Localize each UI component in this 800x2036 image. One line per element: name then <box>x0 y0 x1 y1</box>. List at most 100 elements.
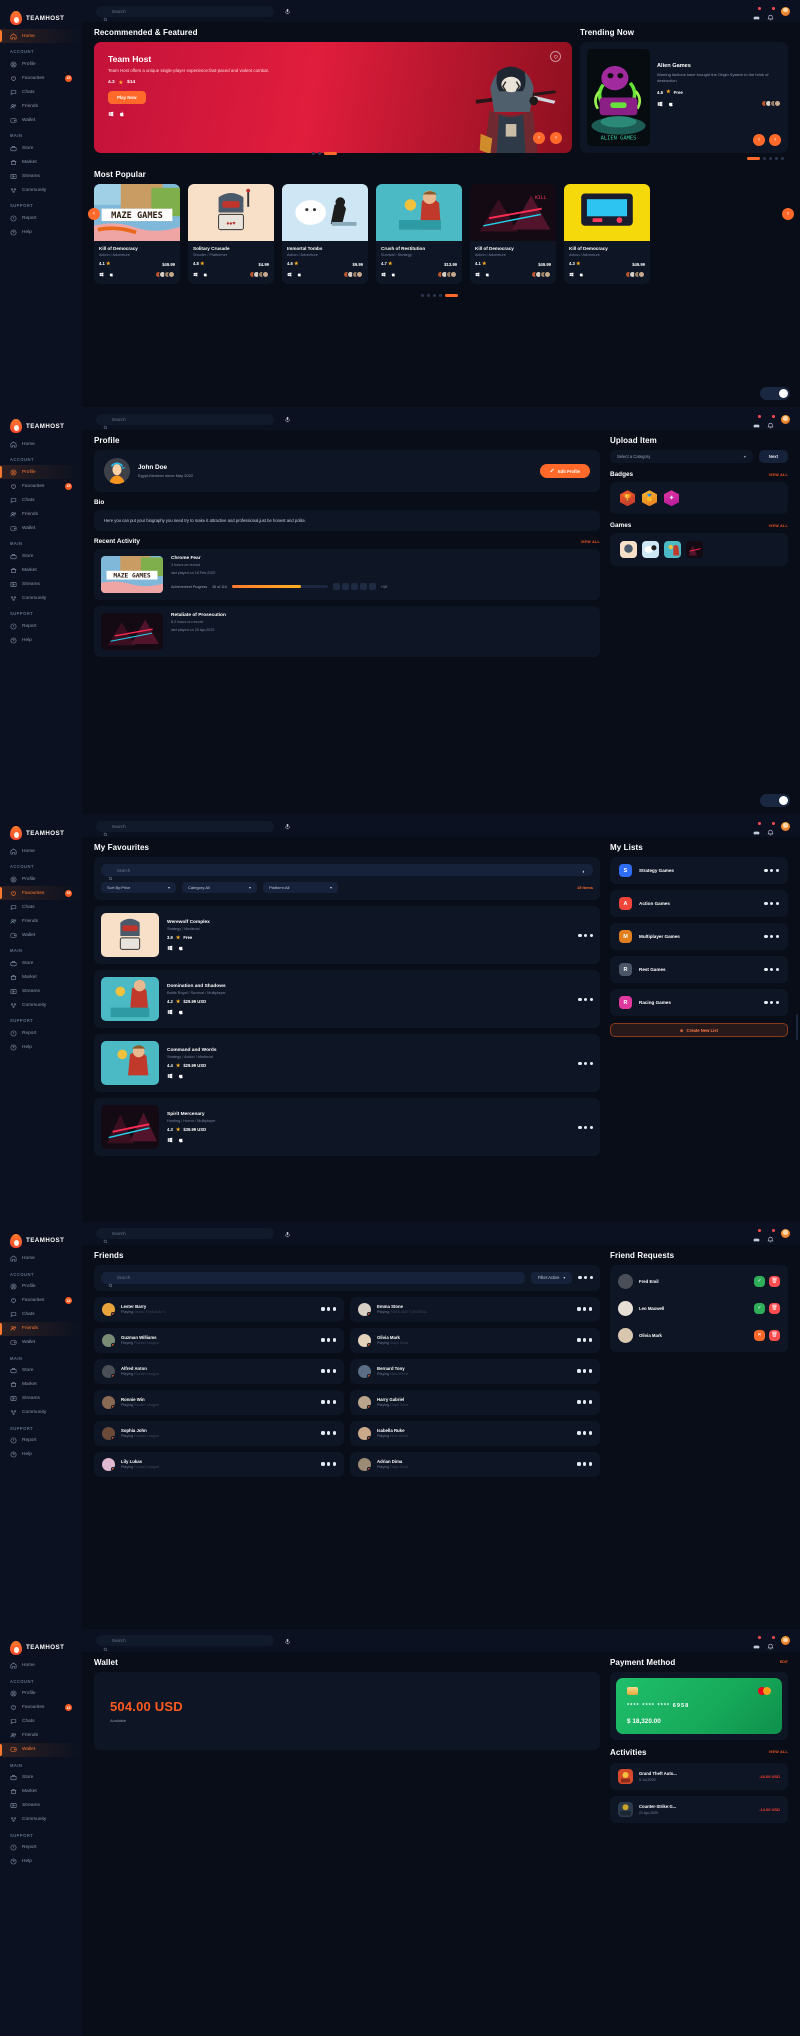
friend-menu-button[interactable] <box>321 1307 336 1311</box>
friend-menu-button[interactable] <box>577 1338 592 1342</box>
popular-next-button[interactable]: › <box>782 208 794 220</box>
friend-menu-button[interactable] <box>321 1431 336 1435</box>
search-bar[interactable] <box>96 820 274 837</box>
sidebar-item-wallet[interactable]: Wallet <box>0 113 82 127</box>
sidebar-item-wallet[interactable]: Wallet <box>0 928 82 942</box>
bell-icon[interactable] <box>767 821 775 836</box>
friend-item[interactable]: Ronnie Win Playing Rocket League <box>94 1389 344 1415</box>
brand[interactable]: TEAMHOST <box>0 822 82 844</box>
play-now-button[interactable]: Play Now <box>108 90 146 104</box>
favourite-item[interactable]: Spirit Mercenary Hunting / Horror / Mult… <box>94 1098 600 1157</box>
platform-select[interactable]: Platform:All ▾ <box>263 882 338 894</box>
category-select[interactable]: Select a Category ▾ <box>610 450 753 464</box>
list-item[interactable]: R Rest Games <box>610 956 788 984</box>
heart-outline-icon[interactable] <box>550 51 561 62</box>
trending-prev-button[interactable]: ‹ <box>753 134 765 146</box>
trending-card[interactable]: ALIEN GAMES Alien Games Warring factions… <box>580 42 788 153</box>
friend-item[interactable]: Alfred Anton Playing Rocket League <box>94 1358 344 1384</box>
search-input[interactable] <box>111 823 267 829</box>
sidebar-item-home[interactable]: Home <box>0 29 82 43</box>
wallet-activity-item[interactable]: Counter-Strike:G... 21 Apr,2020 -14.00 U… <box>610 1795 788 1823</box>
sidebar-item-help[interactable]: Help <box>0 633 82 647</box>
sidebar-item-market[interactable]: Market <box>0 563 82 577</box>
sidebar-item-chats[interactable]: Chats <box>0 900 82 914</box>
sort-select[interactable]: Sort By:Price ▾ <box>101 882 176 894</box>
edit-profile-button[interactable]: Edit Profile <box>540 464 590 478</box>
friend-item[interactable]: Lily Lukas Playing Rocket League <box>94 1451 344 1477</box>
sidebar-item-streams[interactable]: Streams <box>0 1392 82 1406</box>
brand[interactable]: TEAMHOST <box>0 1230 82 1252</box>
sidebar-item-favourites[interactable]: Favourites 15 <box>0 886 82 901</box>
sidebar-item-favourites[interactable]: Favourites 15 <box>0 1701 82 1715</box>
sidebar-item-store[interactable]: Store <box>0 1364 82 1378</box>
scrollbar[interactable] <box>796 1014 798 1041</box>
friend-item[interactable]: Guzman Williams Playing Rocket League <box>94 1327 344 1353</box>
list-menu-button[interactable] <box>764 902 779 906</box>
friend-item[interactable]: Olivia Mark Playing Days Gone <box>350 1327 600 1353</box>
friends-search-input[interactable] <box>116 1275 518 1281</box>
trash-icon[interactable]: 🗑 <box>769 1302 780 1314</box>
payment-card[interactable]: **** **** **** 6958 $ 18,320.00 <box>616 1677 782 1734</box>
bell-icon[interactable] <box>767 6 775 20</box>
game-thumbnail[interactable] <box>620 541 637 559</box>
friends-search[interactable] <box>101 1271 525 1288</box>
sidebar-item-store[interactable]: Store <box>0 549 82 563</box>
edit-payment-link[interactable]: EDIT <box>780 1660 788 1664</box>
view-all-link[interactable]: VIEW ALL <box>769 524 788 528</box>
friend-menu-button[interactable] <box>321 1369 336 1373</box>
search-input[interactable] <box>111 416 267 422</box>
microphone-icon[interactable] <box>284 1632 291 1650</box>
brand[interactable]: TEAMHOST <box>0 1637 82 1659</box>
search-bar[interactable] <box>96 5 274 21</box>
search-input[interactable] <box>111 1638 267 1644</box>
search-bar[interactable] <box>96 1228 274 1244</box>
list-item[interactable]: M Multiplayer Games <box>610 923 788 951</box>
sidebar-item-streams[interactable]: Streams <box>0 169 82 183</box>
sidebar-item-report[interactable]: Report <box>0 1434 82 1448</box>
view-all-link[interactable]: VIEW ALL <box>769 1750 788 1754</box>
trending-pagination[interactable] <box>580 153 788 160</box>
sidebar-item-community[interactable]: Community <box>0 183 82 197</box>
check-icon[interactable]: ✓ <box>754 1302 765 1314</box>
sidebar-item-wallet[interactable]: Wallet <box>0 1336 82 1350</box>
microphone-icon[interactable] <box>284 817 291 835</box>
view-all-link[interactable]: VIEW ALL <box>581 540 600 544</box>
sidebar-item-home[interactable]: Home <box>0 844 82 858</box>
favourite-menu-button[interactable] <box>578 1125 593 1129</box>
sidebar-item-streams[interactable]: Streams <box>0 1799 82 1813</box>
sidebar-item-favourites[interactable]: Favourites 15 <box>0 479 82 493</box>
sidebar-item-friends[interactable]: Friends <box>0 1321 82 1336</box>
sidebar-item-wallet[interactable]: Wallet <box>0 1742 82 1757</box>
sidebar-item-home[interactable]: Home <box>0 1252 82 1266</box>
friend-item[interactable]: Sophia John Playing Rocket League <box>94 1420 344 1446</box>
avatar[interactable] <box>781 414 790 424</box>
favourite-menu-button[interactable] <box>578 1061 593 1065</box>
sidebar-item-home[interactable]: Home <box>0 437 82 451</box>
favourites-search-input[interactable] <box>116 867 578 873</box>
sidebar-item-help[interactable]: Help <box>0 1855 82 1869</box>
star-badge[interactable]: ✦ <box>664 490 679 507</box>
bell-icon[interactable] <box>767 1636 775 1650</box>
sidebar-item-help[interactable]: Help <box>0 225 82 239</box>
game-thumbnail[interactable] <box>642 541 659 559</box>
hero-banner[interactable]: Team Host Team Host offers a unique sing… <box>94 42 572 153</box>
friend-item[interactable]: Harry Gabriel Playing Days Gone <box>350 1389 600 1415</box>
list-item[interactable]: A Action Games <box>610 890 788 918</box>
friends-filter-select[interactable]: Filter:Active ▾ <box>530 1271 573 1284</box>
view-all-link[interactable]: VIEW ALL <box>769 473 788 477</box>
avatar[interactable] <box>781 821 790 831</box>
friend-menu-button[interactable] <box>577 1369 592 1373</box>
sidebar-item-chats[interactable]: Chats <box>0 1715 82 1729</box>
check-icon[interactable]: ✓ <box>754 1275 765 1287</box>
close-icon[interactable]: ✕ <box>754 1329 765 1341</box>
friends-menu-button[interactable] <box>578 1275 593 1280</box>
medal-badge[interactable]: 🥇 <box>642 490 657 507</box>
favourite-item[interactable]: Werewolf Complex Strategy / Medieval 3.9… <box>94 906 600 965</box>
hero-pagination[interactable] <box>312 148 341 155</box>
search-bar[interactable] <box>96 413 274 430</box>
game-thumbnail[interactable] <box>686 541 703 559</box>
bell-icon[interactable] <box>767 1229 775 1243</box>
game-card[interactable]: Immortal Tombs Action / Adventure 4.6 ★ … <box>282 184 368 284</box>
favourite-menu-button[interactable] <box>578 933 593 937</box>
sidebar-item-market[interactable]: Market <box>0 155 82 169</box>
